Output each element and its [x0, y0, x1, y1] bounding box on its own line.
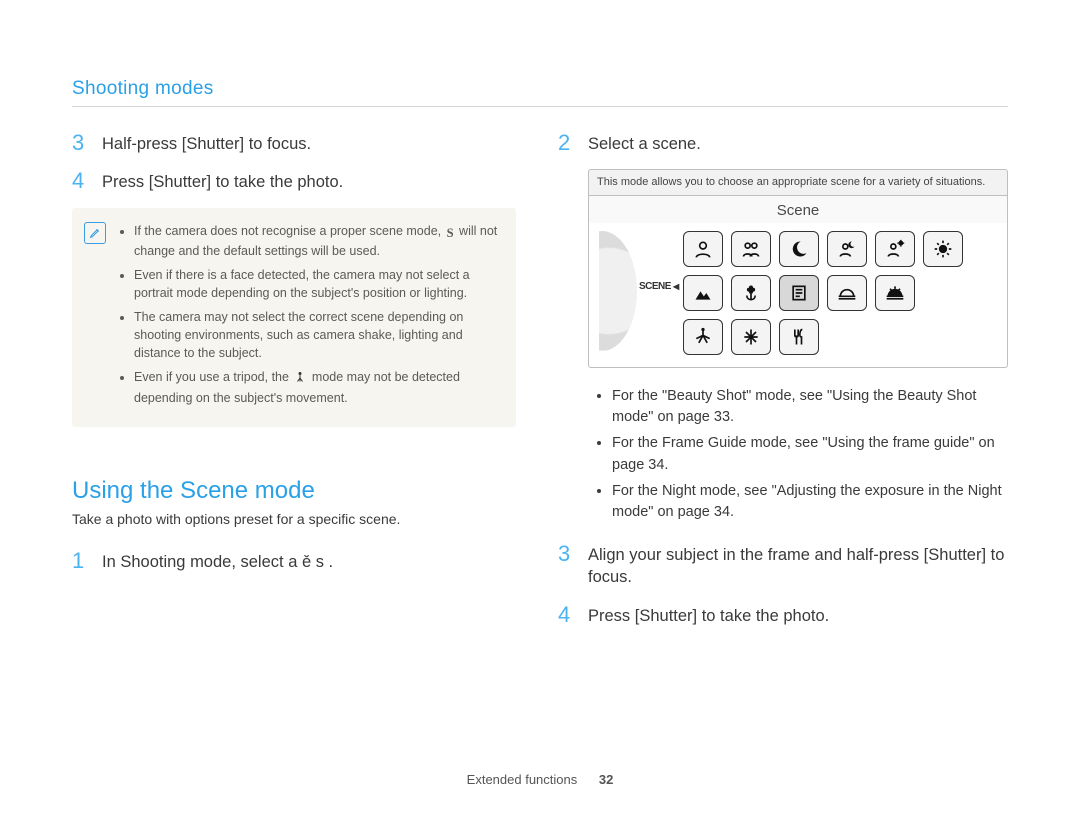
- dawn-icon[interactable]: [875, 275, 915, 311]
- step-4: 4 Press [Shutter] to take the photo.: [72, 169, 516, 193]
- manual-page: Shooting modes 3 Half-press [Shutter] to…: [0, 0, 1080, 815]
- backlight-icon[interactable]: [923, 231, 963, 267]
- reference-list: For the "Beauty Shot" mode, see "Using t…: [558, 386, 1008, 525]
- landscape-icon[interactable]: [683, 275, 723, 311]
- note-box: If the camera does not recognise a prope…: [72, 208, 516, 427]
- note-item: Even if you use a tripod, the mode may n…: [134, 368, 500, 406]
- portrait-icon[interactable]: [683, 231, 723, 267]
- header-divider: [72, 106, 1008, 107]
- backlight-portrait-icon[interactable]: [875, 231, 915, 267]
- mode-dial-label: SCENE: [639, 281, 679, 292]
- mode-dial-icon: [567, 231, 637, 351]
- section-subtitle: Take a photo with options preset for a s…: [72, 511, 516, 527]
- note-list: If the camera does not recognise a prope…: [120, 222, 500, 407]
- content-columns: 3 Half-press [Shutter] to focus. 4 Press…: [72, 131, 1008, 641]
- step-number: 3: [558, 542, 576, 566]
- footer-section: Extended functions: [467, 772, 578, 787]
- step-number: 4: [558, 603, 576, 627]
- step-text: In Shooting mode, select a ě s .: [102, 549, 333, 573]
- scene-tip: This mode allows you to choose an approp…: [588, 169, 1008, 195]
- food-icon[interactable]: [779, 319, 819, 355]
- section-title: Using the Scene mode: [72, 477, 516, 505]
- step-text: Half-press [Shutter] to focus.: [102, 131, 311, 155]
- step-number: 2: [558, 131, 576, 155]
- page-number: 32: [599, 772, 613, 787]
- reference-item: For the Frame Guide mode, see "Using the…: [612, 433, 1008, 477]
- step-text: Align your subject in the frame and half…: [588, 542, 1008, 589]
- note-item: If the camera does not recognise a prope…: [134, 222, 500, 260]
- smart-auto-s-icon: S: [447, 224, 454, 242]
- scene-panel-title: Scene: [588, 196, 1008, 223]
- step-3: 3 Half-press [Shutter] to focus.: [72, 131, 516, 155]
- note-item: Even if there is a face detected, the ca…: [134, 266, 500, 302]
- right-column: 2 Select a scene. This mode allows you t…: [558, 131, 1008, 641]
- note-item: The camera may not select the correct sc…: [134, 308, 500, 362]
- fireworks-icon[interactable]: [683, 319, 723, 355]
- step-number: 3: [72, 131, 90, 155]
- step-4-right: 4 Press [Shutter] to take the photo.: [558, 603, 1008, 627]
- tripod-person-icon: [294, 370, 306, 388]
- step-3-right: 3 Align your subject in the frame and ha…: [558, 542, 1008, 589]
- step-text: Press [Shutter] to take the photo.: [102, 169, 343, 193]
- sunset-icon[interactable]: [827, 275, 867, 311]
- night-moon-icon[interactable]: [779, 231, 819, 267]
- reference-item: For the "Beauty Shot" mode, see "Using t…: [612, 386, 1008, 430]
- closeup-flower-icon[interactable]: [731, 275, 771, 311]
- note-text: Even if you use a tripod, the: [134, 370, 292, 384]
- night-portrait-icon[interactable]: [827, 231, 867, 267]
- scene-icon-grid: [683, 231, 999, 355]
- scene-panel: This mode allows you to choose an approp…: [588, 169, 1008, 367]
- step-1: 1 In Shooting mode, select a ě s .: [72, 549, 516, 573]
- page-header: Shooting modes: [72, 78, 1008, 107]
- step-text: Press [Shutter] to take the photo.: [588, 603, 829, 627]
- text-icon[interactable]: [779, 275, 819, 311]
- step-number: 4: [72, 169, 90, 193]
- children-icon[interactable]: [731, 231, 771, 267]
- note-text: If the camera does not recognise a prope…: [134, 224, 445, 238]
- left-column: 3 Half-press [Shutter] to focus. 4 Press…: [72, 131, 516, 641]
- scene-body: SCENE: [588, 223, 1008, 368]
- step-number: 1: [72, 549, 90, 573]
- breadcrumb: Shooting modes: [72, 78, 1008, 100]
- beach-snow-icon[interactable]: [731, 319, 771, 355]
- page-footer: Extended functions 32: [0, 772, 1080, 787]
- pencil-note-icon: [84, 222, 106, 244]
- reference-item: For the Night mode, see "Adjusting the e…: [612, 481, 1008, 525]
- step-text: Select a scene.: [588, 131, 701, 155]
- step-2: 2 Select a scene.: [558, 131, 1008, 155]
